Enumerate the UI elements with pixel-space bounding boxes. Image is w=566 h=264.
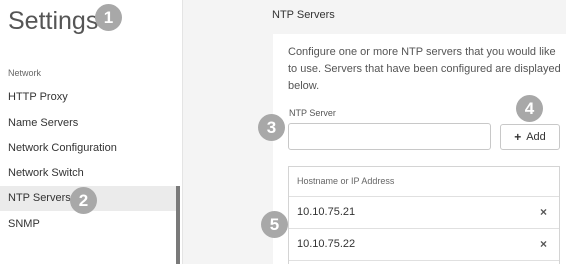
callout-badge-4: 4 [516,95,543,122]
callout-badge-2: 2 [70,187,97,214]
add-button-label: Add [526,131,546,143]
table-row: 10.10.75.21 × [289,197,559,229]
server-address: 10.10.75.21 [297,206,356,218]
sidebar-item-network-configuration[interactable]: Network Configuration [0,136,176,161]
callout-badge-3: 3 [258,114,285,141]
server-address: 10.10.75.22 [297,238,356,250]
ntp-server-table: Hostname or IP Address 10.10.75.21 × 10.… [288,166,560,264]
callout-badge-1: 1 [95,4,122,31]
callout-badge-5: 5 [261,211,288,238]
settings-sidebar: Settings Network HTTP Proxy Name Servers… [0,0,183,264]
section-label-network: Network [8,68,42,78]
table-row: 10.10.75.22 × [289,229,559,261]
remove-icon[interactable]: × [540,197,547,228]
ntp-description: Configure one or more NTP servers that y… [288,46,561,92]
remove-icon[interactable]: × [540,229,547,260]
sidebar-item-http-proxy[interactable]: HTTP Proxy [0,85,176,110]
ntp-server-input[interactable] [288,123,491,150]
sidebar-scrollbar[interactable] [176,186,180,264]
plus-icon: + [514,130,522,144]
ntp-server-label: NTP Server [289,108,336,118]
page-title: NTP Servers [272,9,335,21]
sidebar-item-snmp[interactable]: SNMP [0,212,176,237]
sidebar-item-network-switch[interactable]: Network Switch [0,161,176,186]
add-button[interactable]: + Add [500,124,560,150]
sidebar-item-name-servers[interactable]: Name Servers [0,111,176,136]
table-header: Hostname or IP Address [289,167,559,197]
settings-title: Settings [8,7,99,35]
